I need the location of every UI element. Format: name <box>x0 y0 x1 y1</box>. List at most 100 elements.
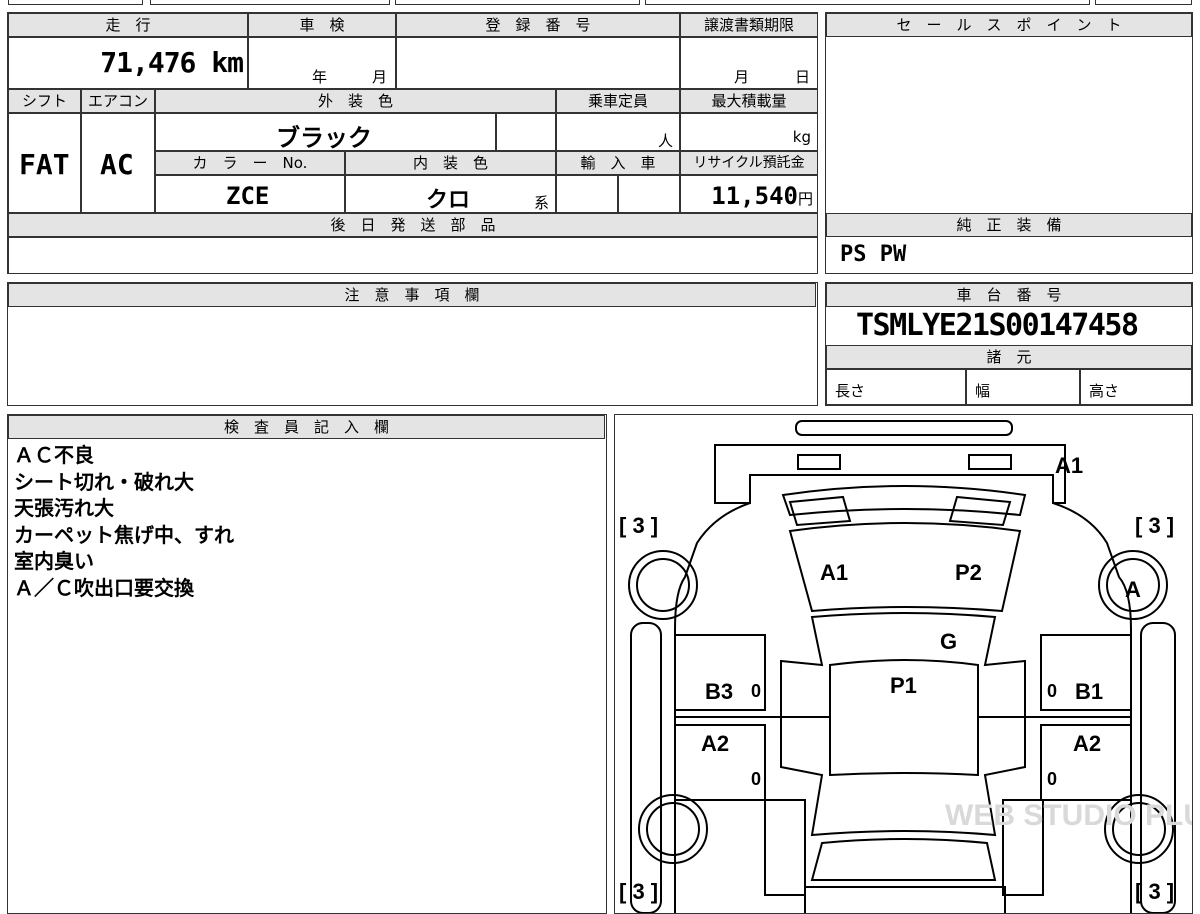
shift-value: FAT <box>19 148 70 181</box>
mark-zero-left-front: 0 <box>751 681 761 701</box>
inspector-line: シート切れ・破れ大 <box>14 469 194 494</box>
watermark: WEB STUDIO PLUS <box>945 799 1193 832</box>
ac-cell: AC <box>81 113 155 213</box>
inspector-line: 天張汚れ大 <box>14 496 114 520</box>
mileage-cell: 71,476 km <box>8 37 248 89</box>
transfer-day: 日 <box>795 68 811 86</box>
wheel-rear-left-shape <box>638 794 708 864</box>
mileage-number: 71,476 <box>100 46 196 79</box>
top-strip-cell <box>8 0 143 5</box>
shaken-year: 年 <box>312 68 328 86</box>
mark-door-left-rear: A2 <box>701 731 729 756</box>
mark-floor: P1 <box>890 673 917 698</box>
body-right-shape <box>1052 502 1132 913</box>
notes-box: 注 意 事 項 欄 <box>7 282 818 406</box>
top-strip-cell <box>395 0 640 5</box>
exterior-color-value: ブラック <box>276 124 372 152</box>
chassis-number: TSMLYE21S00147458 <box>856 308 1139 343</box>
mark-zero-right-front: 0 <box>1047 681 1057 701</box>
top-strip <box>0 0 1200 6</box>
rear-bumper-shape <box>804 886 1006 913</box>
tire-rear-right-label: [ 3 ] <box>1135 879 1174 904</box>
mark-zero-right-rear: 0 <box>1047 769 1057 789</box>
interior-color-header: 内 装 色 <box>345 151 556 175</box>
specs-header: 諸 元 <box>826 345 1192 369</box>
shaken-cell: 年 月 <box>248 37 396 89</box>
spec-height-cell: 高さ <box>1080 369 1192 405</box>
tire-front-left-label: [ 3 ] <box>619 513 658 538</box>
top-strip-cell <box>150 0 390 5</box>
equipment-value: PS PW <box>840 242 907 267</box>
interior-color-suffix: 系 <box>534 194 550 212</box>
mileage-unit: km <box>211 46 244 79</box>
shift-header: シフト <box>8 89 81 113</box>
exterior-color-cell: ブラック <box>155 113 496 152</box>
color-no-value: ZCE <box>226 182 270 210</box>
chassis-box: 車 台 番 号 TSMLYE21S00147458 諸 元 長さ 幅 高さ <box>825 282 1193 406</box>
headlight-right-shape <box>968 454 1012 470</box>
headlight-left-shape <box>797 454 841 470</box>
spec-height-label: 高さ <box>1089 382 1120 400</box>
import-header: 輸 入 車 <box>556 151 680 175</box>
top-strip-cell <box>645 0 1090 5</box>
max-load-header: 最大積載量 <box>680 89 818 113</box>
transfer-deadline-cell: 月 日 <box>680 37 818 89</box>
recycle-header: リサイクル預託金 <box>680 151 818 175</box>
tire-front-right-label: [ 3 ] <box>1135 513 1174 538</box>
max-load-unit: kg <box>792 128 811 146</box>
sales-point-box: セ ー ル ス ポ イ ン ト 純 正 装 備 PS PW <box>825 12 1193 274</box>
max-load-cell: kg <box>680 113 818 151</box>
later-parts-cell <box>8 237 818 274</box>
mileage-value: 71,476 km <box>100 46 244 79</box>
rear-window-shape <box>810 838 997 881</box>
mark-door-right-rear: A2 <box>1073 731 1101 756</box>
ac-value: AC <box>100 148 134 181</box>
right-side-molding-shape <box>1140 622 1176 913</box>
ac-header: エアコン <box>81 89 155 113</box>
front-bumper-shape <box>795 420 1013 436</box>
spec-table: 走 行 車 検 登 録 番 号 譲渡書類期限 71,476 km 年 月 月 日… <box>7 12 818 274</box>
mark-seat-left-front: A1 <box>820 560 848 585</box>
recycle-cell: 11,540円 <box>680 175 818 213</box>
top-strip-cell <box>1095 0 1192 5</box>
shaken-month: 月 <box>372 68 388 86</box>
mark-right-wheel: A <box>1125 577 1141 602</box>
registration-header: 登 録 番 号 <box>396 13 680 37</box>
inspector-line: ＡＣ不良 <box>14 443 94 467</box>
interior-color-value: クロ <box>426 188 471 213</box>
rear-panel-left-shape <box>764 799 806 896</box>
capacity-unit: 人 <box>657 132 673 150</box>
inspector-box: 検 査 員 記 入 欄 ＡＣ不良 シート切れ・破れ大 天張汚れ大 カーペット焦げ… <box>7 414 607 914</box>
mark-zero-left-rear: 0 <box>751 769 761 789</box>
import-cell-1 <box>556 175 618 213</box>
car-diagram-box: WEB STUDIO PLUS [ 3 ] [ 3 ] [ 3 ] [ 3 ] … <box>614 414 1193 914</box>
shift-cell: FAT <box>8 113 81 213</box>
inspector-lines: ＡＣ不良 シート切れ・破れ大 天張汚れ大 カーペット焦げ中、すれ 室内臭い Ａ／… <box>14 442 234 601</box>
inspector-line: カーペット焦げ中、すれ <box>14 522 234 547</box>
spec-width-cell: 幅 <box>966 369 1080 405</box>
shaken-header: 車 検 <box>248 13 396 37</box>
exterior-color-header: 外 装 色 <box>155 89 556 113</box>
inspector-line: 室内臭い <box>14 549 94 573</box>
spec-length-cell: 長さ <box>826 369 966 405</box>
color-no-header: カ ラ ー No. <box>155 151 345 175</box>
recycle-value: 11,540円 <box>711 182 813 210</box>
mark-door-right-front: B1 <box>1075 679 1103 704</box>
exterior-color-extra-cell <box>496 113 556 151</box>
mark-seat-right-front: P2 <box>955 560 982 585</box>
chassis-header: 車 台 番 号 <box>826 283 1192 307</box>
mark-door-left-front: B3 <box>705 679 733 704</box>
interior-color-cell: クロ 系 <box>345 175 556 213</box>
recycle-unit: 円 <box>797 190 813 208</box>
registration-cell <box>396 37 680 89</box>
left-side-molding-shape <box>630 622 662 913</box>
notes-header: 注 意 事 項 欄 <box>8 283 816 307</box>
tire-rear-left-label: [ 3 ] <box>619 879 658 904</box>
car-diagram: WEB STUDIO PLUS [ 3 ] [ 3 ] [ 3 ] [ 3 ] … <box>619 420 1193 913</box>
color-no-cell: ZCE <box>155 175 345 213</box>
mileage-header: 走 行 <box>8 13 248 37</box>
inspector-line: Ａ／Ｃ吹出口要交換 <box>14 575 194 600</box>
spec-length-label: 長さ <box>835 382 866 400</box>
hood-shape <box>714 444 1066 504</box>
wheel-front-left-shape <box>628 550 698 620</box>
